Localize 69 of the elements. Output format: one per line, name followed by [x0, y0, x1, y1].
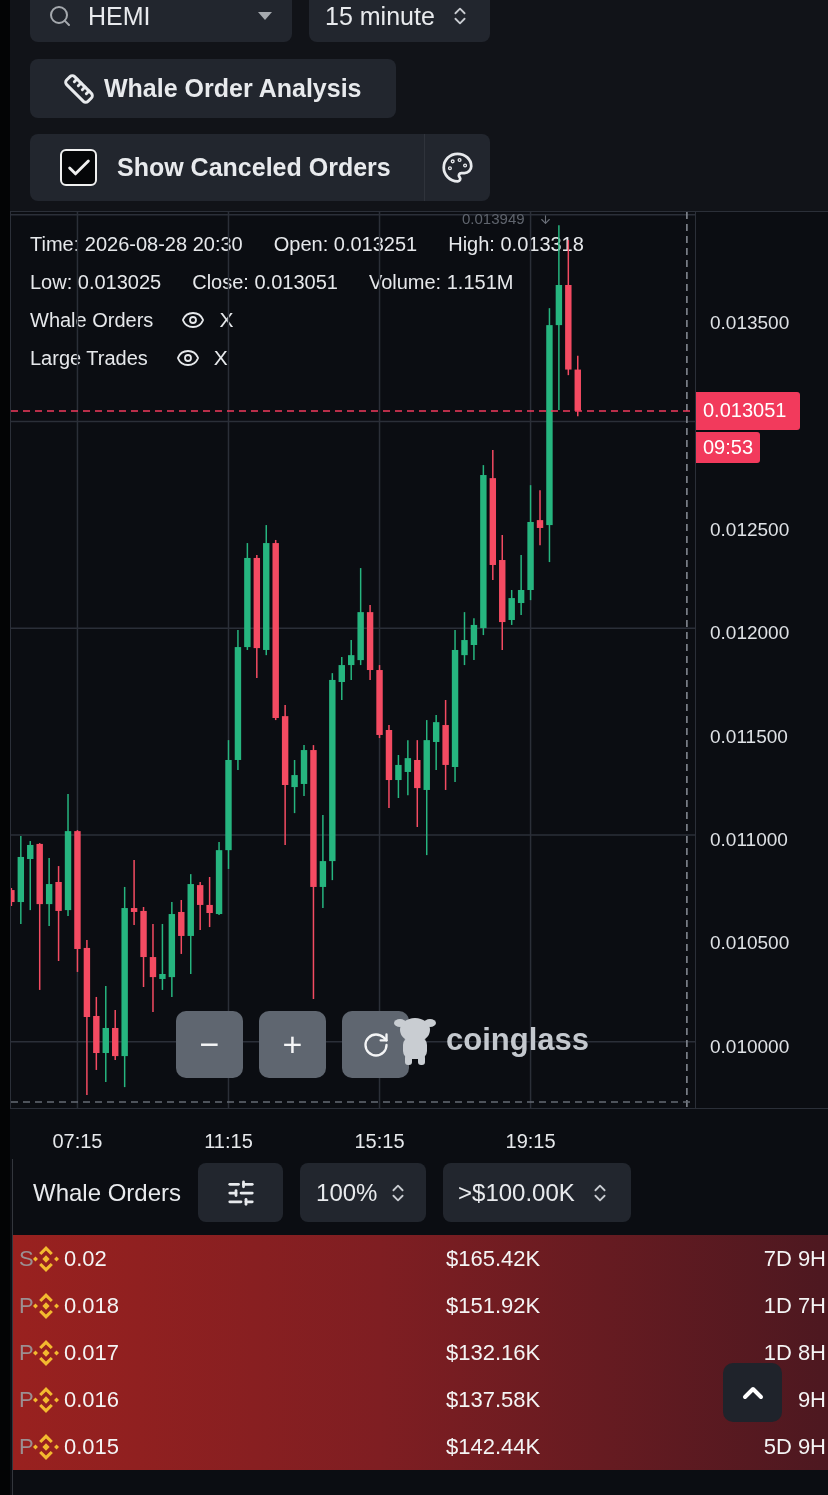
- table-cell: 1D 7H: [763, 1292, 826, 1319]
- table-cell: 1D 8H: [763, 1339, 826, 1366]
- reset-button[interactable]: [342, 1011, 409, 1078]
- diamond-coin-icon: [33, 1245, 59, 1272]
- table-cell: S: [19, 1245, 33, 1272]
- price-axis-label: 0.010500: [710, 931, 790, 956]
- diamond-coin-icon: [33, 1292, 59, 1319]
- price-axis-label: 0.011500: [710, 724, 788, 749]
- arrow-down-icon: [538, 212, 552, 226]
- ohlc-value: Time: 2026-08-28 20:30: [30, 232, 243, 256]
- ratio-select[interactable]: 100%: [300, 1163, 427, 1222]
- ohlc-value: Close: 0.013051: [192, 270, 338, 294]
- show-canceled-orders-toggle[interactable]: Show Canceled Orders: [30, 149, 424, 186]
- sliders-icon: [225, 1177, 256, 1208]
- diamond-coin-icon: [33, 1339, 59, 1366]
- table-cell: 0.017: [64, 1339, 120, 1366]
- mascot-icon: [393, 1015, 437, 1065]
- ohlc-value: Volume: 1.151M: [368, 270, 514, 294]
- ohlc-value: Low: 0.013025: [30, 270, 162, 294]
- diamond-coin-icon: [33, 1433, 59, 1460]
- time-axis-label: 15:15: [354, 1129, 405, 1153]
- table-cell: P: [19, 1339, 33, 1366]
- time-axis-label: 11:15: [204, 1129, 253, 1153]
- price-axis-label: 0.012000: [710, 621, 790, 646]
- refresh-icon: [361, 1030, 390, 1059]
- price-axis-label: 0.013500: [710, 311, 790, 336]
- table-cell: 0.015: [64, 1433, 120, 1460]
- ohlc-value: Open: 0.013251: [273, 232, 418, 256]
- min-value-select[interactable]: >$100.00K: [443, 1163, 632, 1222]
- table-cell: 5D 9H: [763, 1433, 826, 1460]
- layer-label: Whale Orders: [30, 308, 154, 332]
- price-axis-label: 0.012500: [710, 517, 790, 542]
- table-cell: 0.02: [64, 1245, 107, 1272]
- price-axis-label: 0.010000: [710, 1034, 790, 1059]
- table-cell: $151.92K: [446, 1292, 541, 1319]
- table-cell: 9H: [797, 1386, 826, 1413]
- table-cell: P: [19, 1433, 33, 1460]
- logo-text: coinglass: [446, 1022, 589, 1058]
- scroll-to-top-button[interactable]: [723, 1363, 782, 1422]
- ruler-icon: [63, 72, 95, 105]
- checkbox[interactable]: [60, 149, 97, 186]
- table-cell: 0.016: [64, 1386, 120, 1413]
- zoom-out-button[interactable]: −: [176, 1011, 243, 1078]
- layer-label: Large Trades: [30, 346, 148, 370]
- diamond-coin-icon: [33, 1386, 59, 1413]
- zoom-in-button[interactable]: +: [259, 1011, 326, 1078]
- caret-icon: [258, 12, 272, 20]
- table-cell: 0.018: [64, 1292, 120, 1319]
- price-axis-label: 0.011000: [710, 828, 788, 853]
- whale-order-analysis-button[interactable]: Whale Order Analysis: [30, 59, 396, 118]
- table-cell: 7D 9H: [763, 1245, 826, 1272]
- time-axis-label: 19:15: [505, 1129, 556, 1153]
- high-price-marker: 0.013949: [462, 210, 525, 228]
- palette-icon: [441, 151, 474, 184]
- search-icon: [48, 4, 72, 28]
- countdown-tag: 09:53: [696, 431, 761, 463]
- current-price-tag: 0.013051: [696, 391, 800, 430]
- table-cell: $142.44K: [446, 1433, 541, 1460]
- table-cell: P: [19, 1386, 33, 1413]
- table-cell: P: [19, 1292, 33, 1319]
- symbol-select[interactable]: HEMI: [30, 0, 292, 42]
- time-axis-label: 07:15: [52, 1129, 103, 1153]
- section-title: Whale Orders: [33, 1178, 182, 1207]
- filter-button[interactable]: [198, 1163, 284, 1222]
- table-cell: $132.16K: [446, 1339, 541, 1366]
- table-cell: $137.58K: [446, 1386, 541, 1413]
- interval-select[interactable]: 15 minute: [309, 0, 490, 42]
- close-button[interactable]: X: [213, 346, 228, 370]
- table-cell: $165.42K: [446, 1245, 541, 1272]
